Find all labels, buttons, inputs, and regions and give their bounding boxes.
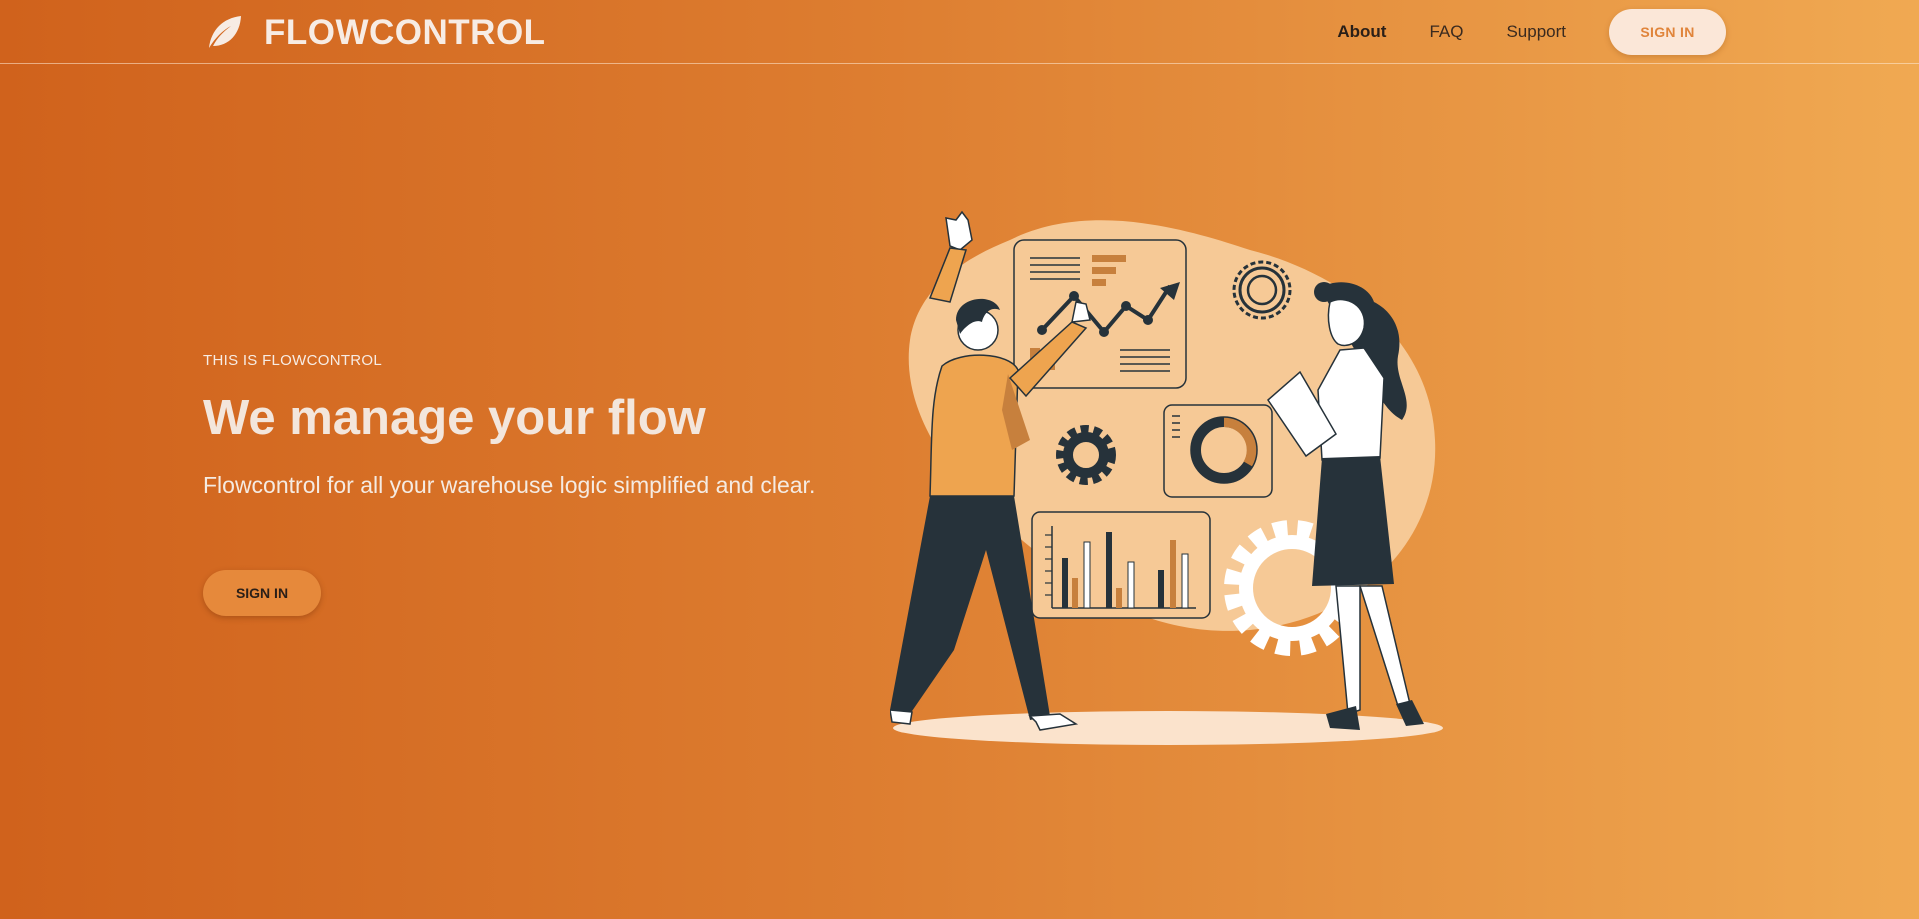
hero-eyebrow: THIS IS FLOWCONTROL	[203, 352, 383, 369]
nav-link-faq[interactable]: FAQ	[1429, 22, 1463, 42]
bar-chart-card	[1031, 511, 1211, 619]
donut-chart-card	[1163, 404, 1273, 498]
hero-subtitle: Flowcontrol for all your warehouse logic…	[203, 472, 816, 498]
top-navbar: FLOWCONTROL About FAQ Support SIGN IN	[0, 0, 1919, 64]
nav-link-support[interactable]: Support	[1506, 22, 1566, 42]
hero-title: We manage your flow	[203, 391, 706, 445]
nav-link-about[interactable]: About	[1337, 22, 1386, 42]
leaf-icon	[209, 16, 241, 48]
nav-signin-button[interactable]: SIGN IN	[1609, 9, 1726, 55]
hero-illustration	[890, 210, 1443, 745]
brand-name: FLOWCONTROL	[264, 13, 546, 52]
hero-signin-button[interactable]: SIGN IN	[203, 570, 321, 616]
floor-shadow	[893, 711, 1443, 745]
nav-links: About FAQ Support SIGN IN	[1337, 0, 1726, 64]
brand[interactable]: FLOWCONTROL	[203, 12, 546, 54]
